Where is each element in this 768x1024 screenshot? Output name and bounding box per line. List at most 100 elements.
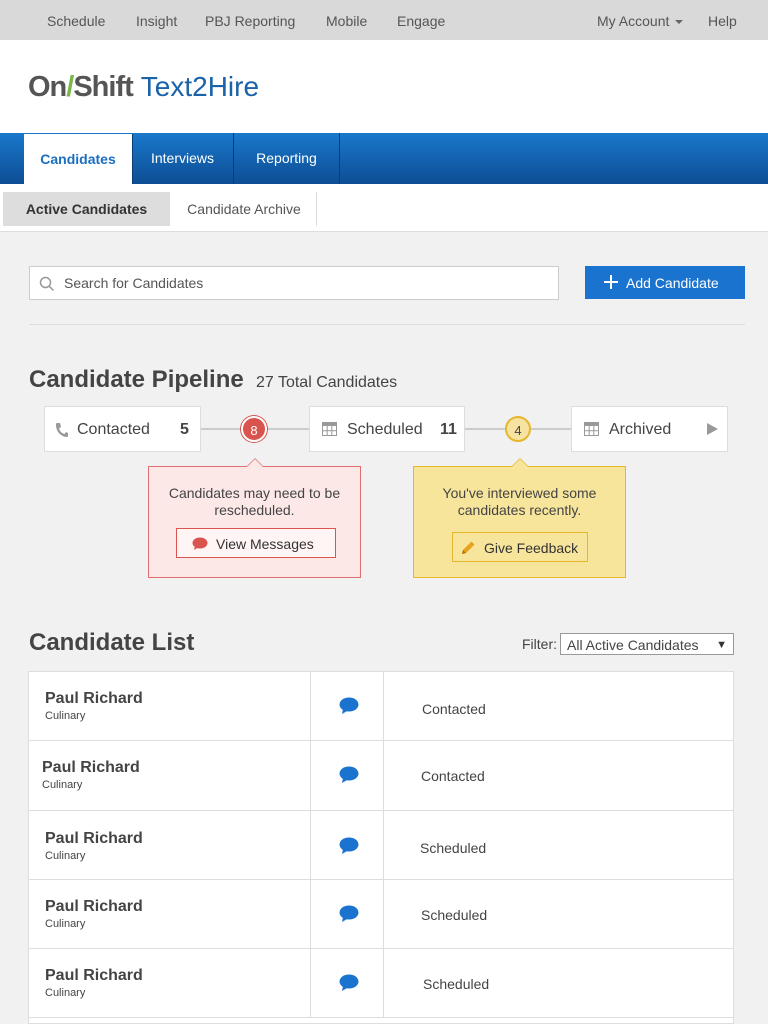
message-cell xyxy=(311,880,384,948)
chat-bubble-icon[interactable] xyxy=(339,905,359,923)
table-row[interactable]: Paul Richard Culinary Scheduled xyxy=(29,949,733,1018)
give-feedback-button[interactable]: Give Feedback xyxy=(452,532,588,562)
message-cell xyxy=(311,672,384,740)
top-nav-pbj-reporting[interactable]: PBJ Reporting xyxy=(205,13,295,29)
filter-value: All Active Candidates xyxy=(567,637,699,653)
stage-count: 5 xyxy=(180,421,189,438)
name-cell: Paul Richard Culinary xyxy=(29,880,311,948)
filter-label: Filter: xyxy=(522,636,557,652)
candidate-name: Paul Richard xyxy=(45,830,143,847)
my-account-menu[interactable]: My Account xyxy=(597,13,684,29)
logo: On/Shift Text2Hire xyxy=(28,71,259,104)
name-cell: Paul Richard Culinary xyxy=(29,672,311,740)
dropdown-arrow-icon: ▼ xyxy=(716,639,727,651)
stage-contacted[interactable]: Contacted 5 xyxy=(44,406,201,452)
search-box xyxy=(29,266,559,300)
tab-candidate-archive[interactable]: Candidate Archive xyxy=(172,192,317,226)
candidate-list-title: Candidate List xyxy=(29,629,195,656)
table-row[interactable]: Paul Richard Culinary Contacted xyxy=(29,741,733,811)
add-candidate-label: Add Candidate xyxy=(626,275,719,291)
product-name: Text2Hire xyxy=(140,71,260,102)
candidate-name: Paul Richard xyxy=(45,898,143,915)
chat-bubble-icon[interactable] xyxy=(339,974,359,992)
give-feedback-label: Give Feedback xyxy=(484,540,579,556)
callout-pointer xyxy=(246,458,264,467)
name-cell: Paul Richard Culinary xyxy=(29,811,311,879)
add-candidate-button[interactable]: Add Candidate xyxy=(585,266,745,299)
top-nav-engage[interactable]: Engage xyxy=(397,13,445,29)
candidate-status: Scheduled xyxy=(420,840,487,856)
pipeline-connector xyxy=(267,428,309,430)
top-nav-mobile[interactable]: Mobile xyxy=(326,13,367,29)
candidate-name: Paul Richard xyxy=(45,690,143,707)
tab-interviews[interactable]: Interviews xyxy=(132,133,234,184)
candidate-dept: Culinary xyxy=(45,850,86,862)
stage-label: Scheduled xyxy=(347,421,423,438)
calendar-icon xyxy=(584,422,599,436)
phone-icon xyxy=(56,423,68,437)
chat-bubble-icon[interactable] xyxy=(339,837,359,855)
candidate-status: Contacted xyxy=(421,768,485,784)
chat-bubble-icon[interactable] xyxy=(339,766,359,784)
play-arrow-icon xyxy=(707,423,718,435)
divider xyxy=(29,324,745,325)
chat-bubble-icon[interactable] xyxy=(339,697,359,715)
feedback-callout: You've interviewed some candidates recen… xyxy=(413,458,626,578)
candidate-name: Paul Richard xyxy=(42,759,140,776)
table-row[interactable]: Paul Richard Culinary Scheduled xyxy=(29,880,733,949)
tab-reporting[interactable]: Reporting xyxy=(234,133,340,184)
help-link[interactable]: Help xyxy=(708,13,737,29)
candidate-status: Scheduled xyxy=(423,976,490,992)
candidate-list: Paul Richard Culinary Contacted Paul Ric… xyxy=(28,671,734,1024)
pipeline-connector xyxy=(531,428,572,430)
search-icon xyxy=(39,276,55,292)
stage-label: Contacted xyxy=(77,421,150,438)
view-messages-button[interactable]: View Messages xyxy=(176,528,336,558)
message-cell xyxy=(311,949,384,1017)
callout-pointer xyxy=(511,458,529,467)
candidate-name: Paul Richard xyxy=(45,967,143,984)
table-row[interactable]: Paul Richard Culinary Contacted xyxy=(29,672,733,741)
calendar-icon xyxy=(322,422,337,436)
message-cell xyxy=(311,741,384,810)
feedback-alert-badge[interactable]: 4 xyxy=(505,416,531,442)
stage-archived[interactable]: Archived xyxy=(571,406,728,452)
onshift-logo: On/Shift xyxy=(28,71,134,103)
stage-label: Archived xyxy=(609,421,672,438)
pipeline-total: 27 Total Candidates xyxy=(256,374,398,391)
tab-candidates[interactable]: Candidates xyxy=(24,134,133,184)
name-cell: Paul Richard Culinary xyxy=(29,949,311,1017)
filter-select[interactable]: All Active Candidates ▼ xyxy=(560,633,734,655)
name-cell: Paul Richard Culinary xyxy=(29,741,311,810)
search-input[interactable] xyxy=(64,267,544,299)
pipeline-connector xyxy=(465,428,505,430)
pipeline-connector xyxy=(201,428,241,430)
chat-bubble-icon xyxy=(192,537,208,550)
tab-active-candidates[interactable]: Active Candidates xyxy=(3,192,170,226)
app-header: On/Shift Text2Hire xyxy=(0,40,768,133)
message-cell xyxy=(311,811,384,879)
top-nav-schedule[interactable]: Schedule xyxy=(47,13,105,29)
reschedule-alert-badge[interactable]: 8 xyxy=(241,416,267,442)
reschedule-message: Candidates may need to be rescheduled. xyxy=(168,485,341,518)
sub-nav: Active Candidates Candidate Archive xyxy=(0,184,768,232)
top-utility-bar: Schedule Insight PBJ Reporting Mobile En… xyxy=(0,0,768,40)
candidate-dept: Culinary xyxy=(45,987,86,999)
stage-scheduled[interactable]: Scheduled 11 xyxy=(309,406,465,452)
stage-count: 11 xyxy=(440,421,457,438)
plus-icon xyxy=(604,275,618,289)
my-account-label: My Account xyxy=(597,13,670,29)
feedback-message: You've interviewed some candidates recen… xyxy=(442,485,597,518)
candidate-status: Scheduled xyxy=(421,907,488,923)
candidate-dept: Culinary xyxy=(45,918,86,930)
view-messages-label: View Messages xyxy=(216,536,314,552)
reschedule-callout: Candidates may need to be rescheduled. V… xyxy=(148,458,361,578)
main-nav: Candidates Interviews Reporting xyxy=(0,133,768,184)
candidate-dept: Culinary xyxy=(42,779,83,791)
pencil-icon xyxy=(462,541,475,554)
table-row[interactable]: Paul Richard Culinary Scheduled xyxy=(29,811,733,880)
pipeline-title: Candidate Pipeline xyxy=(29,366,244,393)
top-nav-insight[interactable]: Insight xyxy=(136,13,177,29)
candidate-dept: Culinary xyxy=(45,710,86,722)
chevron-down-icon xyxy=(675,20,684,25)
